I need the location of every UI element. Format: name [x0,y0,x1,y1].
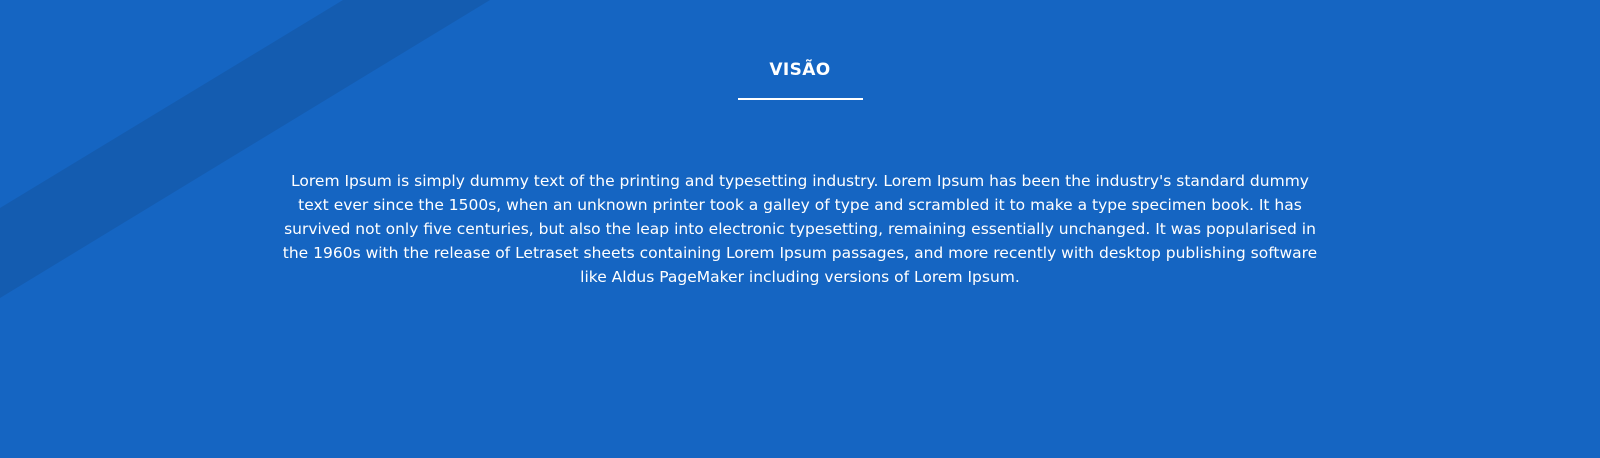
title-underline-divider [738,98,863,100]
section-body-text: Lorem Ipsum is simply dummy text of the … [282,172,1318,286]
section-content: VISÃO Lorem Ipsum is simply dummy text o… [0,0,1600,458]
vision-section: VISÃO Lorem Ipsum is simply dummy text o… [0,0,1600,458]
section-title: VISÃO [769,60,831,80]
